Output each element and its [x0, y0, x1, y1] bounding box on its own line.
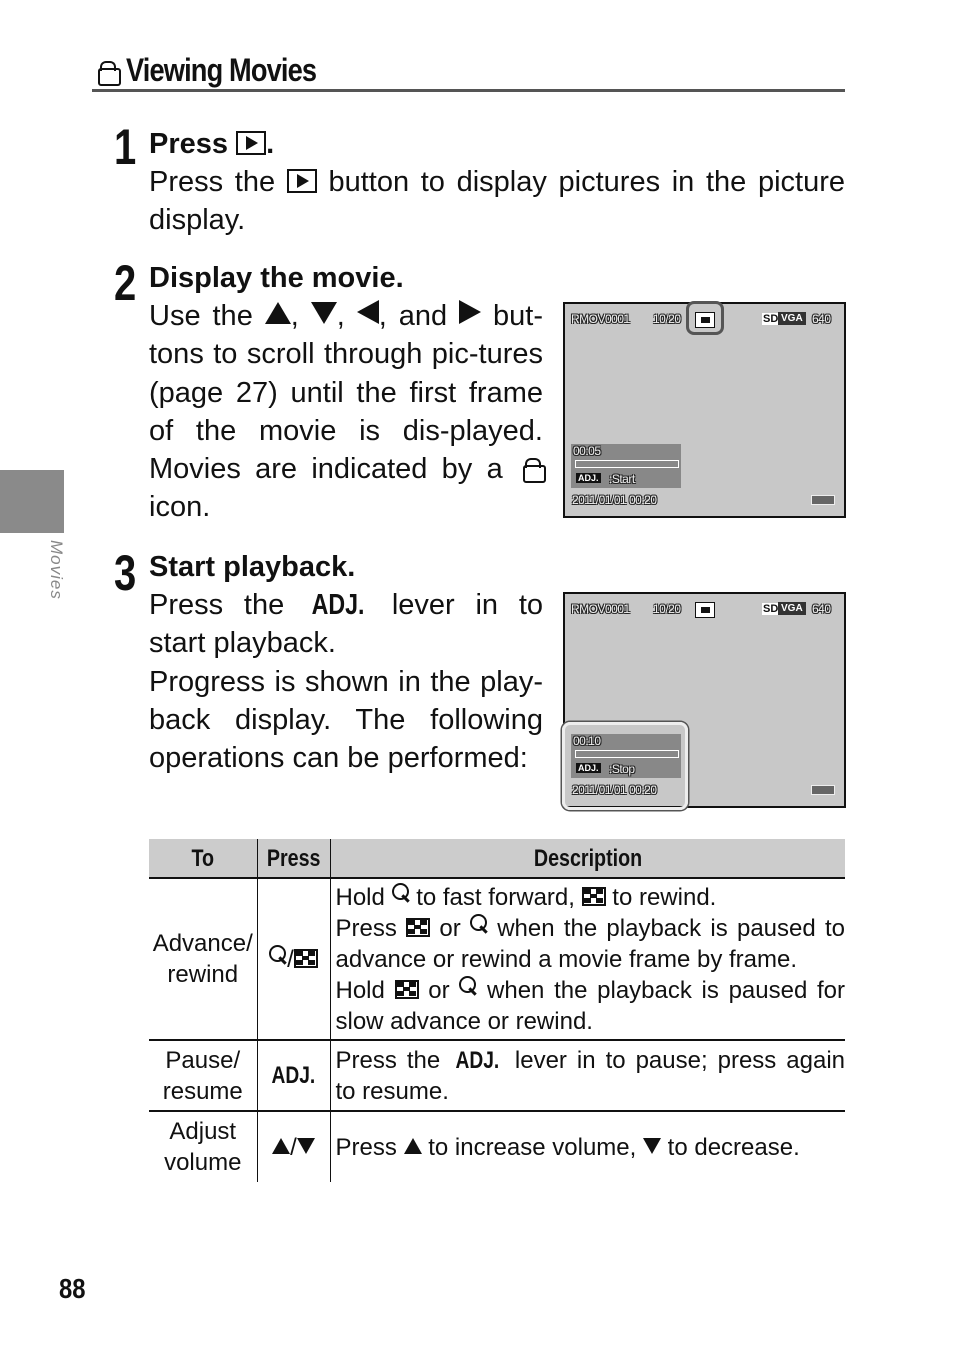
step-text: Use the — [149, 300, 253, 332]
sd-card-icon: SD — [762, 603, 780, 615]
frame-count: 10/20 — [653, 602, 681, 616]
elapsed-time: 00:05 — [573, 444, 601, 458]
resolution: 640 — [812, 602, 831, 616]
step-text: Press the — [149, 166, 276, 198]
table-row: Advance/ rewind / Hold to fast forward, … — [149, 877, 845, 1040]
step-text: Progress is shown in the play-back displ… — [149, 665, 543, 775]
header-description: Description — [330, 839, 845, 879]
thumbnail-icon — [394, 979, 419, 999]
step-text: Press the — [149, 589, 285, 621]
page-number: 88 — [59, 1273, 86, 1304]
cell-to: Advance/ rewind — [149, 877, 258, 1040]
playback-button-icon — [286, 169, 317, 193]
step-3: Start playback. Press the ADJ. lever in … — [149, 548, 543, 777]
battery-icon — [811, 495, 835, 505]
step-heading: Start playback. — [149, 551, 356, 583]
header-press: Press — [257, 839, 331, 879]
section-tab — [0, 470, 64, 533]
step-2: Display the movie. Use the , , , and but… — [149, 259, 546, 527]
file-name: RMOV0001 — [571, 312, 630, 326]
step-number: 1 — [114, 119, 136, 175]
quality-badge: VGA — [778, 602, 806, 615]
step-number: 3 — [114, 545, 136, 601]
thumbnail-icon — [293, 948, 318, 968]
camera-screen-1: RMOV0001 10/20 SD VGA 640 00:05 ADJ. :St… — [563, 301, 846, 518]
cell-press: / — [257, 1110, 331, 1182]
adj-lever-label: ADJ. — [311, 589, 365, 621]
cell-description: Press the ADJ. lever in to pause; press … — [330, 1039, 845, 1111]
playback-panel: 00:05 ADJ. :Start — [571, 444, 681, 488]
cell-to: Pause/ resume — [149, 1039, 258, 1111]
step-text: icon. — [149, 491, 211, 524]
right-arrow-icon — [459, 300, 482, 324]
operations-table: To Press Description Advance/ rewind / H… — [149, 839, 845, 1182]
date-time: 2011/01/01 00:20 — [572, 493, 657, 507]
progress-bar — [575, 460, 679, 468]
action-label: :Start — [609, 472, 635, 486]
zoom-icon — [391, 882, 410, 903]
zoom-icon — [459, 975, 477, 996]
up-arrow-icon — [264, 302, 291, 324]
movie-icon — [92, 61, 121, 86]
progress-bar — [575, 750, 679, 758]
down-arrow-icon — [296, 1137, 315, 1154]
comma: , — [290, 300, 299, 332]
cell-press: / — [257, 877, 331, 1040]
header-to: To — [149, 839, 258, 879]
table-row: Pause/ resume ADJ. Press the ADJ. lever … — [149, 1039, 845, 1111]
step-text: , and — [378, 300, 448, 332]
step-number: 2 — [114, 255, 136, 311]
file-name: RMOV0001 — [571, 602, 630, 616]
cell-description: Hold to fast forward, to rewind. Press o… — [330, 877, 845, 1040]
up-arrow-icon — [403, 1137, 422, 1154]
cell-description: Press to increase volume, to decrease. — [330, 1110, 845, 1182]
adj-badge: ADJ. — [576, 473, 601, 483]
step-heading-end: . — [266, 128, 275, 160]
frame-count: 10/20 — [653, 312, 681, 326]
thumbnail-icon — [406, 917, 431, 937]
left-arrow-icon — [356, 300, 379, 324]
comma: , — [336, 300, 345, 332]
highlight — [686, 301, 724, 335]
movie-icon — [517, 458, 546, 484]
step-heading: Press — [149, 128, 229, 160]
table-row: Adjust volume / Press to increase volume… — [149, 1110, 845, 1182]
step-1: Press . Press the button to display pict… — [149, 125, 845, 240]
zoom-icon — [269, 944, 287, 965]
playback-button-icon — [236, 131, 267, 155]
quality-badge: VGA — [778, 312, 806, 325]
sd-card-icon: SD — [762, 313, 780, 325]
down-arrow-icon — [310, 302, 337, 324]
adj-badge: ADJ. — [576, 763, 601, 773]
down-arrow-icon — [642, 1137, 661, 1154]
date-time: 2011/01/01 00:20 — [572, 783, 657, 797]
step-heading: Display the movie. — [149, 262, 404, 294]
action-label: :Stop — [609, 762, 635, 776]
page-title: Viewing Movies — [92, 52, 845, 92]
cell-to: Adjust volume — [149, 1110, 258, 1182]
elapsed-time: 00:10 — [573, 734, 601, 748]
section-label: Movies — [47, 540, 66, 600]
battery-icon — [811, 785, 835, 795]
zoom-icon — [469, 913, 488, 934]
resolution: 640 — [812, 312, 831, 326]
thumbnail-icon — [581, 886, 606, 906]
up-arrow-icon — [272, 1137, 291, 1154]
movie-indicator-icon — [695, 602, 715, 618]
camera-screen-2: RMOV0001 10/20 SD VGA 640 00:10 ADJ. :St… — [562, 592, 846, 810]
cell-press: ADJ. — [257, 1039, 331, 1111]
playback-panel: 00:10 ADJ. :Stop — [571, 734, 681, 778]
